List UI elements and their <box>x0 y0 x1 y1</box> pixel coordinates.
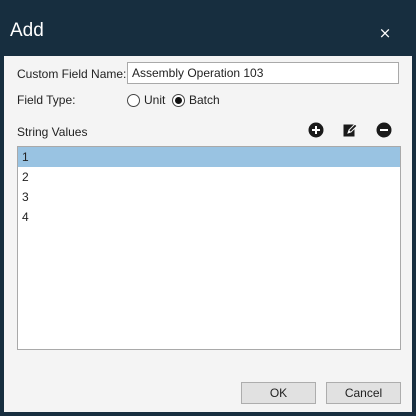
batch-radio[interactable] <box>172 93 185 107</box>
title-bar: Add × <box>0 0 416 56</box>
edit-icon[interactable] <box>342 122 358 138</box>
string-values-list[interactable]: 1 2 3 4 <box>17 146 401 350</box>
add-dialog: Add × Custom Field Name: Field Type: Uni… <box>0 0 416 416</box>
field-type-unit-option[interactable]: Unit <box>127 92 165 108</box>
list-item[interactable]: 4 <box>18 207 400 227</box>
add-icon[interactable] <box>308 122 324 138</box>
list-item[interactable]: 2 <box>18 167 400 187</box>
dialog-title: Add <box>10 20 44 41</box>
dialog-body: Custom Field Name: Field Type: Unit Batc… <box>4 56 412 412</box>
cancel-button[interactable]: Cancel <box>326 382 401 404</box>
remove-icon[interactable] <box>376 122 392 138</box>
unit-radio[interactable] <box>127 93 140 107</box>
close-button[interactable]: × <box>372 22 398 44</box>
batch-radio-label: Batch <box>189 93 220 107</box>
string-values-label: String Values <box>17 125 88 139</box>
list-item[interactable]: 3 <box>18 187 400 207</box>
custom-field-name-input[interactable] <box>127 62 399 84</box>
list-item[interactable]: 1 <box>18 147 400 167</box>
field-type-batch-option[interactable]: Batch <box>172 92 220 108</box>
unit-radio-label: Unit <box>144 93 166 107</box>
ok-button[interactable]: OK <box>241 382 316 404</box>
custom-field-name-label: Custom Field Name: <box>17 67 127 81</box>
field-type-label: Field Type: <box>17 93 76 107</box>
